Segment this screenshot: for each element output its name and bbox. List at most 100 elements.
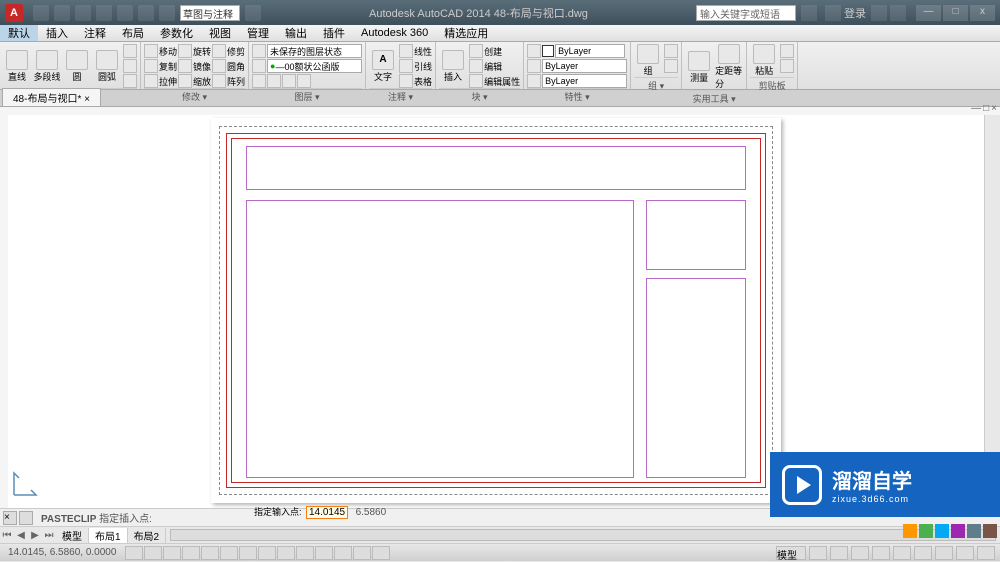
- layer-combo[interactable]: ●—00额状公函版: [267, 59, 362, 73]
- app-icon[interactable]: A: [5, 4, 23, 22]
- qat-open-icon[interactable]: [54, 5, 70, 21]
- qat-redo-icon[interactable]: [159, 5, 175, 21]
- table-icon[interactable]: [399, 74, 413, 88]
- tray-icon-5[interactable]: [967, 524, 981, 538]
- block-edit-icon[interactable]: [469, 59, 483, 73]
- match-props-icon[interactable]: [527, 44, 541, 58]
- qat-plot-icon[interactable]: [117, 5, 133, 21]
- paste-button[interactable]: 粘贴: [750, 44, 778, 77]
- tray-icon-2[interactable]: [919, 524, 933, 538]
- drawing-canvas[interactable]: 指定输入点: 14.0145 6.5860: [8, 115, 984, 508]
- panel-layers-title[interactable]: 图层 ▾: [252, 88, 362, 103]
- copy-icon[interactable]: [144, 59, 158, 73]
- tab-last-icon[interactable]: ⏭: [42, 530, 56, 541]
- tab-layout2[interactable]: 布局2: [128, 528, 167, 543]
- tab-insert[interactable]: 插入: [38, 25, 76, 41]
- measure-button[interactable]: 测量: [685, 44, 713, 90]
- panel-block-title[interactable]: 块 ▾: [439, 88, 520, 103]
- coordinate-readout[interactable]: 14.0145, 6.5860, 0.0000: [0, 547, 124, 558]
- qat-save-icon[interactable]: [75, 5, 91, 21]
- isolate-icon[interactable]: [956, 546, 974, 560]
- osnap-toggle[interactable]: [201, 546, 219, 560]
- workspace-switch-icon[interactable]: [893, 546, 911, 560]
- layerstate-combo[interactable]: 未保存的图层状态: [267, 44, 362, 58]
- panel-modify-title[interactable]: 修改 ▾: [144, 88, 245, 103]
- sign-in[interactable]: 登录: [825, 5, 866, 21]
- hardware-accel-icon[interactable]: [935, 546, 953, 560]
- tab-layout1[interactable]: 布局1: [89, 528, 128, 543]
- exchange-icon[interactable]: [871, 5, 887, 21]
- qat-dropdown-icon[interactable]: [245, 5, 261, 21]
- help-icon[interactable]: [890, 5, 906, 21]
- rect-icon[interactable]: [123, 44, 137, 58]
- cut-icon[interactable]: [780, 44, 794, 58]
- ungroup-icon[interactable]: [664, 44, 678, 58]
- tray-icon-6[interactable]: [983, 524, 997, 538]
- tpy-toggle[interactable]: [315, 546, 333, 560]
- mirror-icon[interactable]: [178, 59, 192, 73]
- ortho-toggle[interactable]: [163, 546, 181, 560]
- ucs-icon[interactable]: [11, 468, 41, 498]
- lwt-toggle[interactable]: [296, 546, 314, 560]
- tab-model[interactable]: 模型: [56, 528, 89, 543]
- snap-toggle[interactable]: [125, 546, 143, 560]
- fillet-icon[interactable]: [212, 59, 226, 73]
- panel-utilities-title[interactable]: 实用工具 ▾: [685, 90, 743, 105]
- block-create-icon[interactable]: [469, 44, 483, 58]
- lineweight-combo[interactable]: ByLayer: [542, 59, 627, 73]
- tab-parametric[interactable]: 参数化: [152, 25, 201, 41]
- tab-prev-icon[interactable]: ◀: [14, 530, 28, 541]
- layer-lock-icon[interactable]: [282, 74, 296, 88]
- tab-layout[interactable]: 布局: [114, 25, 152, 41]
- group-edit-icon[interactable]: [664, 59, 678, 73]
- line-button[interactable]: 直线: [3, 44, 31, 88]
- ltype-icon[interactable]: [527, 74, 541, 88]
- grid-toggle[interactable]: [144, 546, 162, 560]
- qat-undo-icon[interactable]: [138, 5, 154, 21]
- doc-max-icon[interactable]: □: [983, 103, 989, 114]
- divide-button[interactable]: 定距等分: [715, 44, 743, 90]
- group-button[interactable]: 组: [634, 44, 662, 77]
- qp-toggle[interactable]: [334, 546, 352, 560]
- lock-ui-icon[interactable]: [914, 546, 932, 560]
- lweight-icon[interactable]: [527, 59, 541, 73]
- qat-saveas-icon[interactable]: [96, 5, 112, 21]
- tab-output[interactable]: 输出: [277, 25, 315, 41]
- ellipse-icon[interactable]: [123, 59, 137, 73]
- search-icon[interactable]: [801, 5, 817, 21]
- doc-tab[interactable]: 48-布局与视口* ×: [2, 88, 101, 106]
- hatch-icon[interactable]: [123, 74, 137, 88]
- qat-new-icon[interactable]: [33, 5, 49, 21]
- color-swatch[interactable]: [542, 45, 554, 57]
- search-input[interactable]: 输入关键字或短语: [696, 5, 796, 21]
- block-attr-icon[interactable]: [469, 74, 483, 88]
- linear-dim-icon[interactable]: [399, 44, 413, 58]
- copy-clip-icon[interactable]: [780, 59, 794, 73]
- sc-toggle[interactable]: [353, 546, 371, 560]
- tab-default[interactable]: 默认: [0, 25, 38, 41]
- leader-icon[interactable]: [399, 59, 413, 73]
- insert-button[interactable]: 插入: [439, 44, 467, 88]
- side-viewport-1[interactable]: [646, 200, 746, 270]
- title-block-viewport[interactable]: [246, 146, 746, 190]
- layer-props-icon[interactable]: [252, 44, 266, 58]
- move-icon[interactable]: [144, 44, 158, 58]
- tab-annotate[interactable]: 注释: [76, 25, 114, 41]
- color-combo[interactable]: ByLayer: [555, 44, 625, 58]
- tab-plugins[interactable]: 插件: [315, 25, 353, 41]
- clean-screen-icon[interactable]: [977, 546, 995, 560]
- tray-icon-3[interactable]: [935, 524, 949, 538]
- workspace-combo[interactable]: 草图与注释: [180, 5, 240, 21]
- 3dosnap-toggle[interactable]: [220, 546, 238, 560]
- main-viewport[interactable]: [246, 200, 634, 478]
- close-button[interactable]: x: [970, 5, 995, 21]
- layer-match-icon[interactable]: [297, 74, 311, 88]
- maximize-button[interactable]: □: [943, 5, 968, 21]
- vertical-scrollbar[interactable]: [984, 115, 1000, 508]
- tab-featured[interactable]: 精选应用: [436, 25, 496, 41]
- trim-icon[interactable]: [212, 44, 226, 58]
- quickview-layouts-icon[interactable]: [809, 546, 827, 560]
- cmd-close-icon[interactable]: ×: [3, 511, 17, 525]
- panel-annotate-title[interactable]: 注释 ▾: [369, 88, 432, 103]
- panel-clipboard-title[interactable]: 剪贴板: [750, 77, 794, 92]
